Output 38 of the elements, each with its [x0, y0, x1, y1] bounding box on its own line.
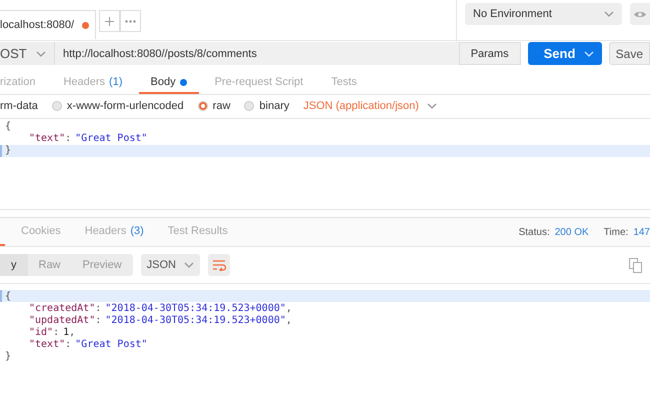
- environment-dropdown[interactable]: No Environment: [465, 3, 622, 25]
- radio-icon: [244, 101, 254, 112]
- send-button[interactable]: Send: [528, 42, 602, 66]
- time-value: 147: [633, 226, 650, 238]
- caret-icon: [184, 262, 194, 268]
- eye-button[interactable]: [630, 3, 650, 25]
- plus-icon: [105, 16, 114, 26]
- body-type-option[interactable]: x-www-form-urlencoded: [52, 100, 184, 112]
- new-tab-button[interactable]: [99, 10, 120, 32]
- format-dropdown[interactable]: JSON: [140, 254, 200, 276]
- wrap-lines-button[interactable]: [208, 254, 230, 276]
- body-type-option[interactable]: binary: [244, 100, 290, 112]
- status-label: Status:: [518, 226, 550, 238]
- caret-icon: [584, 50, 594, 57]
- body-type-option[interactable]: raw: [198, 100, 230, 112]
- copy-icon[interactable]: [629, 258, 642, 272]
- response-tab[interactable]: Headers (3): [72, 218, 156, 246]
- time-label: Time:: [604, 226, 628, 238]
- status-value: 200 OK: [554, 226, 589, 238]
- request-tab[interactable]: localhost:8080/: [0, 10, 96, 39]
- more-button[interactable]: [120, 10, 141, 32]
- request-body-editor[interactable]: { "text": "Great Post" }: [0, 118, 650, 210]
- params-button[interactable]: Params: [458, 42, 521, 66]
- more-icon: [125, 20, 136, 22]
- caret-icon: [36, 50, 46, 57]
- radio-icon: [198, 101, 208, 112]
- url-input[interactable]: http://localhost:8080//posts/8/comments: [55, 42, 459, 66]
- request-tab-item[interactable]: Headers (1): [51, 72, 134, 94]
- caret-icon: [604, 11, 614, 17]
- wrap-icon: [212, 260, 226, 270]
- request-tab-item[interactable]: Body: [138, 72, 199, 94]
- view-mode-button[interactable]: y: [0, 254, 28, 276]
- method-dropdown[interactable]: OST: [0, 42, 55, 66]
- radio-icon: [52, 101, 62, 112]
- body-type-option[interactable]: rm-data: [0, 100, 38, 112]
- eye-icon: [633, 10, 647, 18]
- caret-icon: [426, 103, 437, 110]
- save-button[interactable]: Save: [608, 42, 650, 66]
